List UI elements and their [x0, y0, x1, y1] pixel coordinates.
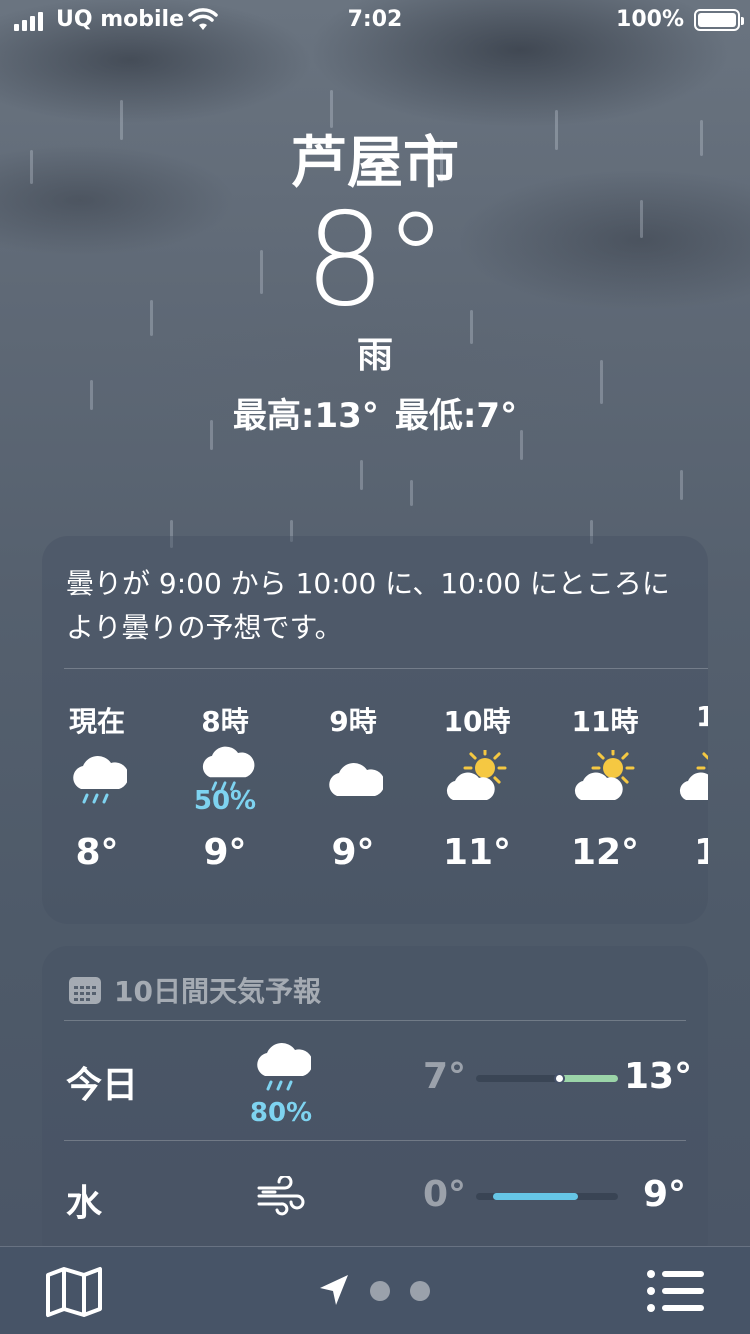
- hour-column: 11時 12°: [550, 700, 660, 873]
- list-icon[interactable]: [646, 1269, 706, 1313]
- sun-behind-cloud-icon: [422, 740, 532, 816]
- hour-label: 9時: [329, 705, 377, 738]
- hour-temperature: 8°: [75, 832, 119, 873]
- forecast-summary: 曇りが 9:00 から 10:00 に、10:00 にところにより曇りの予想です…: [66, 567, 670, 644]
- high-temperature: 9°: [642, 1174, 686, 1215]
- hour-label: 1: [696, 700, 708, 733]
- temperature-range-bar: [476, 1073, 618, 1084]
- current-temperature-dot: [554, 1073, 566, 1084]
- bottom-toolbar: [0, 1246, 750, 1334]
- hour-temperature: 9°: [331, 832, 375, 873]
- wind-icon: [236, 1174, 326, 1220]
- battery-icon: [694, 9, 744, 31]
- page-dot-1[interactable]: [370, 1281, 390, 1301]
- low-temperature: 7°: [422, 1056, 466, 1097]
- hour-label: 8時: [201, 705, 249, 738]
- cloud-rain-icon: [42, 740, 152, 816]
- hour-temperature: 11°: [442, 832, 512, 873]
- battery-percent: 100%: [616, 7, 684, 32]
- ten-day-header: 10日間天気予報: [68, 970, 321, 1010]
- day-name: 水: [66, 1183, 103, 1224]
- map-icon[interactable]: [44, 1265, 104, 1319]
- ten-day-forecast-card[interactable]: 10日間天気予報 今日 80% 7° 13° 水 0° 9°: [42, 946, 708, 1266]
- hour-column: 8時 50% 9°: [170, 700, 280, 873]
- day-row[interactable]: 水 0° 9°: [64, 1140, 686, 1258]
- hour-temperature: 1: [694, 832, 708, 873]
- current-temperature: 8°: [304, 186, 447, 335]
- status-bar: UQ mobile 7:02 100%: [0, 0, 750, 40]
- rain-streak: [410, 480, 413, 506]
- hour-column: 9時 9°: [298, 700, 408, 873]
- location-arrow-icon[interactable]: [318, 1273, 350, 1307]
- day-row[interactable]: 今日 80% 7° 13°: [64, 1022, 693, 1140]
- hour-column: 10時 11°: [422, 700, 532, 873]
- rain-streak: [680, 470, 683, 500]
- cloud-icon: [298, 740, 408, 816]
- rain-streak: [360, 460, 363, 490]
- low-temperature: 0°: [422, 1174, 466, 1215]
- cloud-rain-icon: 80%: [236, 1036, 326, 1128]
- sun-behind-cloud-icon: [676, 740, 708, 816]
- high-low: 最高:13° 最低:7°: [0, 388, 750, 437]
- high-temperature: 13°: [624, 1056, 693, 1097]
- hour-label: 現在: [68, 705, 125, 738]
- calendar-icon: [69, 977, 101, 1004]
- divider: [64, 668, 708, 669]
- precip-chance: 50%: [193, 786, 257, 816]
- cloud-rain-icon: 50%: [170, 740, 280, 816]
- hour-column: 11: [676, 700, 708, 873]
- page-dot-2[interactable]: [410, 1281, 430, 1301]
- hour-temperature: 12°: [570, 832, 640, 873]
- ten-day-title: 10日間天気予報: [114, 975, 321, 1008]
- current-condition: 雨: [356, 335, 393, 376]
- sun-behind-cloud-icon: [550, 740, 660, 816]
- hour-label: 11時: [571, 705, 639, 738]
- hour-label: 10時: [443, 705, 511, 738]
- high-temperature: 最高:13°: [232, 396, 379, 436]
- temperature-range-bar: [476, 1193, 618, 1200]
- low-temperature: 最低:7°: [394, 396, 518, 436]
- hour-temperature: 9°: [203, 832, 247, 873]
- precip-chance: 80%: [249, 1098, 313, 1128]
- temperature-range-fill: [493, 1193, 579, 1200]
- temperature-range-fill: [558, 1075, 618, 1082]
- divider: [64, 1020, 686, 1021]
- day-name: 今日: [66, 1065, 139, 1106]
- hourly-forecast-card[interactable]: 曇りが 9:00 から 10:00 に、10:00 にところにより曇りの予想です…: [42, 536, 708, 924]
- hour-column: 現在 8°: [42, 700, 152, 873]
